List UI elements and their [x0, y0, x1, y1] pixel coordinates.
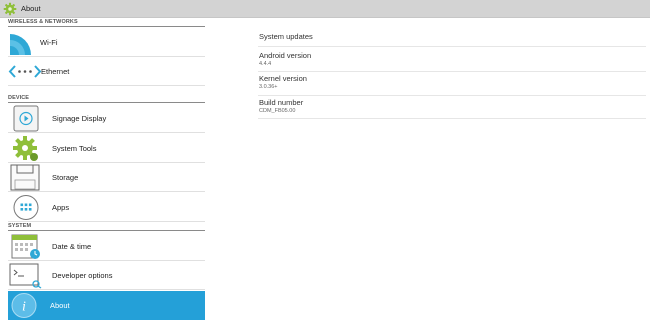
sidebar-item-label: Ethernet — [41, 66, 70, 76]
sidebar-item-wifi[interactable]: Wi-Fi — [8, 28, 205, 57]
row-title: System updates — [259, 32, 313, 41]
apps-icon — [13, 195, 39, 220]
row-value: 3.0.36+ — [259, 84, 278, 90]
row-title: Build number — [259, 98, 304, 107]
sidebar-item-ethernet[interactable]: Ethernet — [8, 57, 205, 86]
sidebar-item-label: Date & time — [52, 241, 92, 251]
kernel-version-row: Kernel version 3.0.36+ — [258, 72, 646, 96]
row-value: 4.4.4 — [259, 61, 272, 67]
sidebar-item-label: Developer options — [52, 270, 113, 280]
section-header-device: DEVICE — [8, 95, 205, 103]
wifi-icon — [10, 34, 31, 55]
signage-display-icon — [13, 105, 39, 132]
sidebar-item-developer-options[interactable]: Developer options — [8, 261, 205, 290]
android-version-row: Android version 4.4.4 — [258, 47, 646, 72]
system-tools-icon — [13, 136, 38, 161]
sidebar-item-date-time[interactable]: Date & time — [8, 232, 205, 261]
settings-gear-icon — [3, 2, 17, 15]
sidebar-item-about[interactable]: i About — [8, 291, 205, 320]
sidebar-item-storage[interactable]: Storage — [8, 163, 205, 192]
title-bar: About — [0, 0, 650, 18]
system-updates-row[interactable]: System updates — [258, 26, 646, 47]
date-time-icon — [11, 234, 40, 259]
row-value: CDM_FB05.00 — [259, 108, 296, 114]
about-panel: System updates Android version 4.4.4 Ker… — [206, 19, 650, 320]
ethernet-icon — [8, 65, 42, 78]
row-title: Kernel version — [259, 74, 307, 83]
developer-options-icon — [9, 263, 42, 289]
window-title: About — [21, 4, 41, 13]
sidebar-item-label: Wi-Fi — [40, 37, 58, 47]
sidebar-item-label: Apps — [52, 202, 70, 212]
sidebar-item-system-tools[interactable]: System Tools — [8, 134, 205, 163]
section-header-wireless: WIRELESS & NETWORKS — [8, 19, 205, 27]
build-number-row: Build number CDM_FB05.00 — [258, 96, 646, 119]
about-icon: i — [11, 293, 37, 318]
sidebar-item-signage-display[interactable]: Signage Display — [8, 104, 205, 133]
sidebar-item-label: Storage — [52, 172, 79, 182]
sidebar-item-label: Signage Display — [52, 113, 107, 123]
sidebar-item-label: About — [50, 301, 70, 310]
row-title: Android version — [259, 51, 312, 60]
svg-text:i: i — [22, 300, 26, 315]
settings-sidebar: WIRELESS & NETWORKS Wi-Fi Ethernet DEVIC… — [0, 19, 206, 320]
sidebar-item-label: System Tools — [52, 143, 97, 153]
storage-icon — [10, 164, 40, 191]
sidebar-item-apps[interactable]: Apps — [8, 193, 205, 222]
section-header-system: SYSTEM — [8, 223, 205, 231]
